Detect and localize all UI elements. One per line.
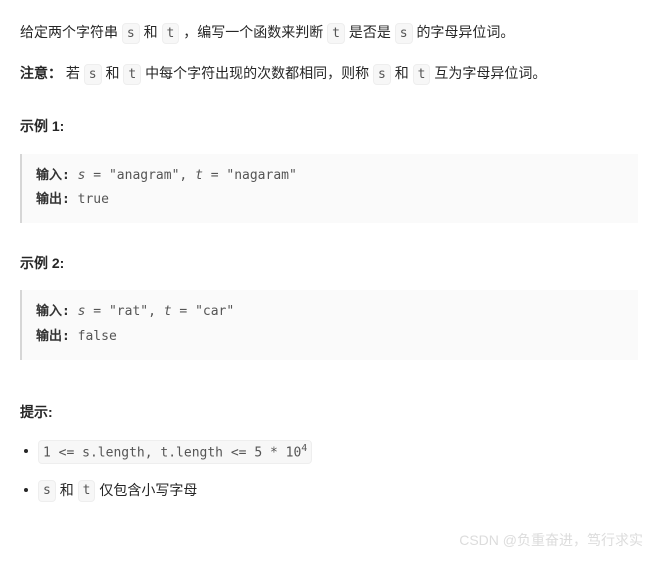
output-label: 输出:: [36, 192, 78, 207]
input-val-t: = "nagaram": [203, 168, 297, 183]
example-1-output: 输出: true: [36, 188, 624, 213]
var-s: s: [38, 480, 56, 502]
csdn-watermark: CSDN @负重奋进，笃行求实: [459, 528, 643, 553]
desc-text: 是否是: [349, 24, 395, 40]
note-text: 中每个字符出现的次数都相同，则称: [145, 65, 373, 81]
example-2-output: 输出: false: [36, 325, 624, 350]
var-s: s: [373, 64, 391, 86]
var-t: t: [413, 64, 431, 86]
input-val-s: = "anagram",: [85, 168, 195, 183]
hint-item-1: 1 <= s.length, t.length <= 5 * 104: [20, 439, 638, 464]
example-2-heading: 示例 2:: [20, 251, 638, 276]
var-t: t: [162, 23, 180, 45]
output-value: false: [78, 329, 117, 344]
var-t: t: [327, 23, 345, 45]
example-1-input: 输入: s = "anagram", t = "nagaram": [36, 164, 624, 189]
hint-text: 仅包含小写字母: [99, 482, 197, 498]
output-label: 输出:: [36, 329, 78, 344]
input-label: 输入:: [36, 304, 78, 319]
input-var-t: t: [195, 168, 203, 183]
hints-heading: 提示:: [20, 400, 638, 425]
hint-item-2: s 和 t 仅包含小写字母: [20, 478, 638, 503]
var-t: t: [78, 480, 96, 502]
hints-list: 1 <= s.length, t.length <= 5 * 104 s 和 t…: [20, 439, 638, 503]
desc-text: 和: [144, 24, 162, 40]
var-s: s: [395, 23, 413, 45]
problem-description: 给定两个字符串 s 和 t ，编写一个函数来判断 t 是否是 s 的字母异位词。: [20, 20, 638, 45]
note-text: 和: [106, 65, 124, 81]
desc-text: ，编写一个函数来判断: [183, 24, 327, 40]
input-label: 输入:: [36, 168, 78, 183]
problem-note: 注意： 若 s 和 t 中每个字符出现的次数都相同，则称 s 和 t 互为字母异…: [20, 61, 638, 86]
input-val-t: = "car": [172, 304, 235, 319]
note-text: 互为字母异位词。: [434, 65, 546, 81]
desc-text: 给定两个字符串: [20, 24, 122, 40]
input-var-t: t: [164, 304, 172, 319]
constraint-code: 1 <= s.length, t.length <= 5 * 104: [38, 440, 312, 464]
var-s: s: [122, 23, 140, 45]
hint-text: 和: [60, 482, 78, 498]
example-1-heading: 示例 1:: [20, 114, 638, 139]
note-text: 和: [395, 65, 413, 81]
example-2-block: 输入: s = "rat", t = "car" 输出: false: [20, 290, 638, 359]
input-val-s: = "rat",: [85, 304, 163, 319]
desc-text: 的字母异位词。: [416, 24, 514, 40]
output-value: true: [78, 192, 109, 207]
example-2-input: 输入: s = "rat", t = "car": [36, 300, 624, 325]
var-s: s: [84, 64, 102, 86]
note-text: 若: [66, 65, 84, 81]
note-label: 注意：: [20, 65, 62, 81]
example-1-block: 输入: s = "anagram", t = "nagaram" 输出: tru…: [20, 154, 638, 223]
var-t: t: [123, 64, 141, 86]
